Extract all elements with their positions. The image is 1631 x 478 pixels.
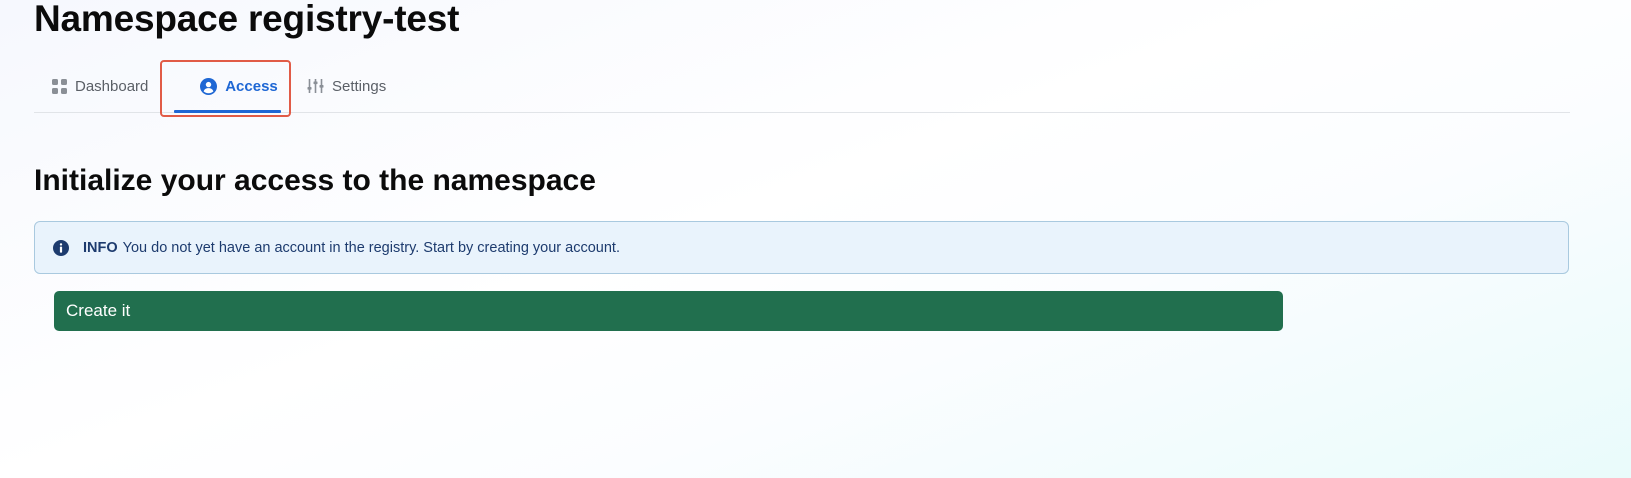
sliders-icon: [307, 78, 324, 94]
tab-dashboard[interactable]: Dashboard: [52, 60, 148, 112]
tab-settings-label: Settings: [332, 77, 387, 95]
create-account-button[interactable]: Create it: [54, 291, 1283, 331]
tab-dashboard-label: Dashboard: [75, 77, 149, 95]
dashboard-grid-icon: [52, 78, 67, 94]
tab-highlight-box: [160, 60, 291, 117]
page-title: Namespace registry-test: [34, 0, 460, 39]
section-heading: Initialize your access to the namespace: [34, 164, 596, 197]
info-tag: INFO: [83, 239, 118, 256]
tab-bar: Dashboard Access Settings: [34, 60, 1570, 117]
info-alert: INFO You do not yet have an account in t…: [34, 221, 1569, 274]
tab-settings[interactable]: Settings: [305, 60, 386, 112]
info-message: You do not yet have an account in the re…: [122, 239, 620, 256]
info-icon: [53, 239, 69, 256]
